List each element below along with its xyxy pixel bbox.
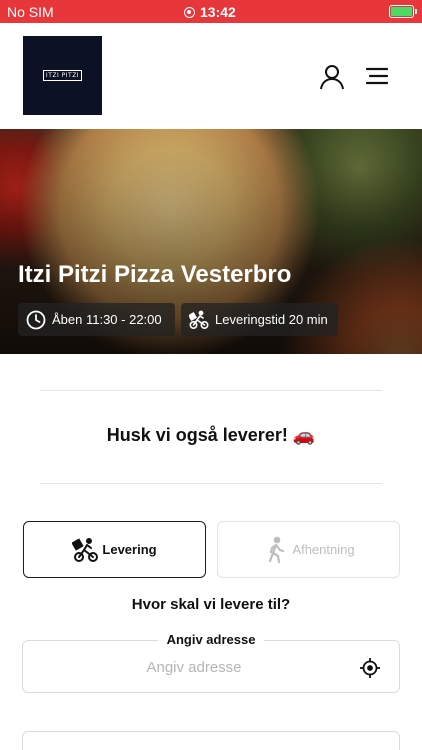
- pickup-option-button[interactable]: Afhentning: [217, 521, 400, 578]
- status-bar: No SIM 13:42: [0, 0, 422, 23]
- divider: [40, 483, 382, 484]
- app-header: ITZI PITZI: [0, 23, 422, 129]
- carrier-label: No SIM: [7, 4, 54, 20]
- restaurant-name: Itzi Pitzi Pizza Vesterbro: [18, 261, 292, 288]
- pickup-option-label: Afhentning: [292, 542, 355, 557]
- restaurant-logo[interactable]: ITZI PITZI: [23, 36, 102, 115]
- delivery-time-text: Leveringstid 20 min: [215, 312, 328, 327]
- battery-icon: [389, 5, 417, 18]
- address-input[interactable]: [33, 655, 355, 679]
- locate-me-icon[interactable]: [359, 657, 381, 679]
- delivery-time-badge: Leveringstid 20 min: [181, 303, 338, 336]
- bike-courier-icon: [189, 310, 209, 329]
- status-time: 13:42: [200, 4, 236, 20]
- screen-record-icon: [184, 6, 195, 18]
- next-field-container[interactable]: [22, 731, 400, 750]
- delivery-option-button[interactable]: Levering: [23, 521, 206, 578]
- delivery-bike-icon: [72, 537, 99, 562]
- clock-icon: [26, 310, 46, 329]
- walking-person-icon: [269, 536, 285, 563]
- logo-text: ITZI PITZI: [42, 70, 83, 81]
- opening-hours-text: Åben 11:30 - 22:00: [52, 312, 162, 327]
- user-icon[interactable]: [318, 63, 346, 91]
- delivery-option-label: Levering: [102, 542, 157, 557]
- hero-banner: Itzi Pitzi Pizza Vesterbro Åben 11:30 - …: [0, 129, 422, 354]
- delivery-address-question: Hvor skal vi levere til?: [131, 596, 291, 613]
- address-field-container: Angiv adresse: [22, 632, 400, 693]
- divider: [40, 390, 382, 391]
- opening-hours-badge: Åben 11:30 - 22:00: [18, 303, 175, 336]
- status-time-group: 13:42: [184, 4, 236, 20]
- hamburger-menu-icon[interactable]: [363, 65, 391, 87]
- promo-message: Husk vi også leverer! 🚗: [106, 425, 316, 445]
- address-field-label: Angiv adresse: [158, 632, 264, 647]
